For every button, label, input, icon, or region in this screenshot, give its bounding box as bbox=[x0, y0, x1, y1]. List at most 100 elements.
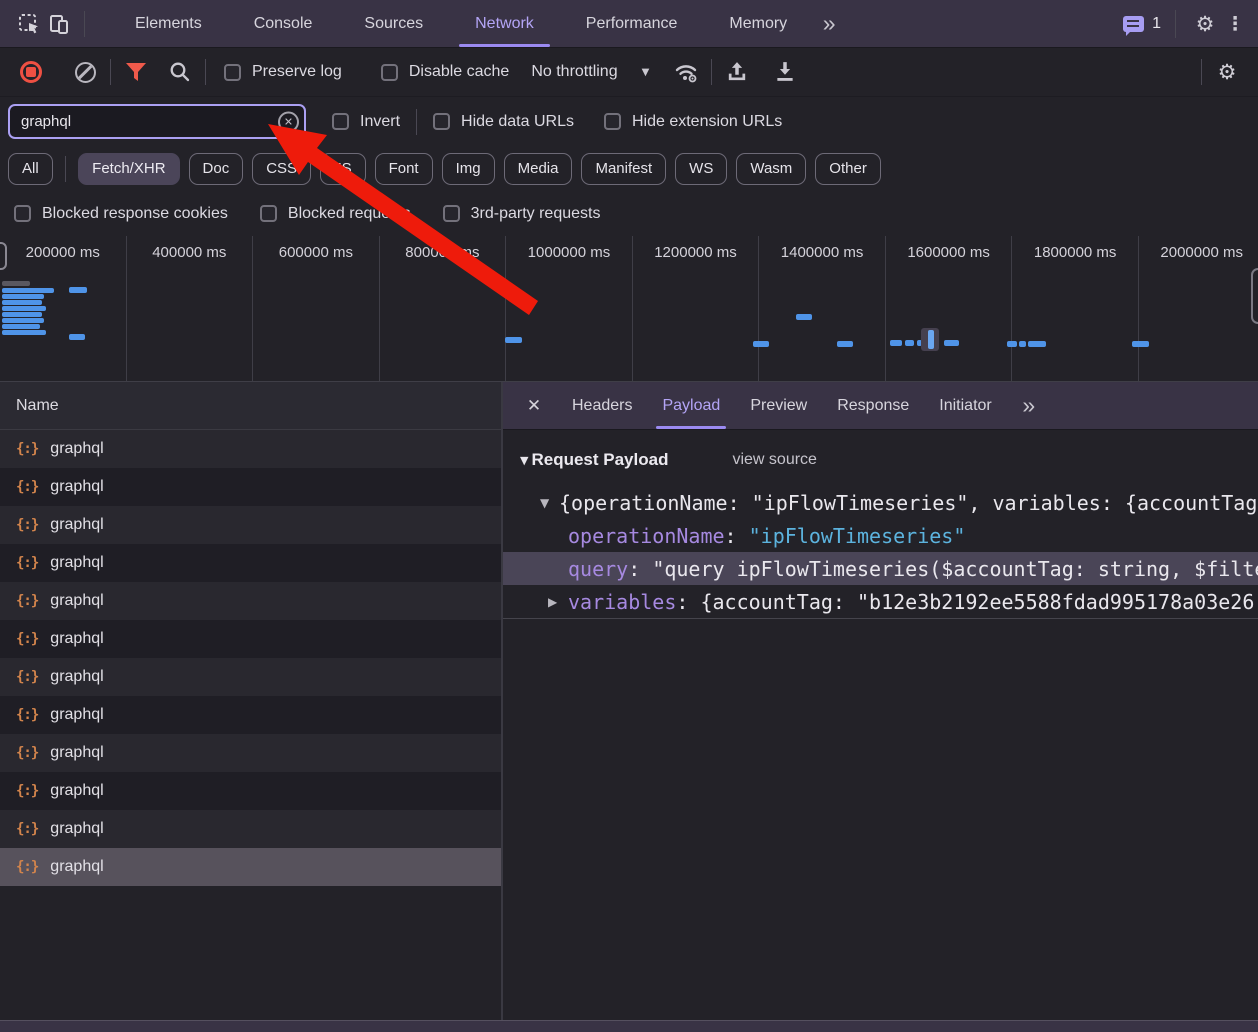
table-row[interactable]: {:}graphql bbox=[0, 810, 501, 848]
tab-payload[interactable]: Payload bbox=[647, 382, 735, 430]
request-bar[interactable] bbox=[1019, 341, 1026, 347]
request-bar[interactable] bbox=[1028, 341, 1046, 347]
table-row[interactable]: {:}graphql bbox=[0, 848, 501, 886]
tab-elements[interactable]: Elements bbox=[109, 0, 228, 48]
pill-ws[interactable]: WS bbox=[675, 153, 727, 185]
filter-funnel-icon[interactable] bbox=[121, 57, 151, 87]
expander-expanded-icon[interactable]: ▼ bbox=[540, 496, 549, 510]
invert-checkbox-item[interactable]: Invert bbox=[332, 113, 400, 131]
request-bar[interactable] bbox=[1007, 341, 1017, 347]
request-bar[interactable] bbox=[837, 341, 853, 347]
checkbox[interactable] bbox=[224, 64, 241, 81]
pill-fetch-xhr[interactable]: Fetch/XHR bbox=[78, 153, 179, 185]
request-bar[interactable] bbox=[2, 306, 46, 311]
filter-checkbox-item[interactable]: 3rd-party requests bbox=[443, 205, 601, 223]
timeline-scrollbar[interactable] bbox=[1251, 268, 1258, 324]
overview-timeline[interactable]: 200000 ms400000 ms600000 ms800000 ms1000… bbox=[0, 236, 1258, 382]
tab-performance[interactable]: Performance bbox=[560, 0, 704, 48]
request-bar[interactable] bbox=[69, 334, 85, 340]
hide-data-urls-checkbox-item[interactable]: Hide data URLs bbox=[433, 113, 574, 131]
pill-doc[interactable]: Doc bbox=[189, 153, 244, 185]
request-bar[interactable] bbox=[2, 294, 44, 299]
checkbox[interactable] bbox=[332, 113, 349, 130]
table-row[interactable]: {:}graphql bbox=[0, 658, 501, 696]
table-row[interactable]: {:}graphql bbox=[0, 620, 501, 658]
payload-line[interactable]: ▶variables: {accountTag: "b12e3b2192ee55… bbox=[503, 585, 1258, 618]
request-bar[interactable] bbox=[753, 341, 769, 347]
pill-manifest[interactable]: Manifest bbox=[581, 153, 666, 185]
request-bar[interactable] bbox=[1132, 341, 1149, 347]
network-conditions-icon[interactable] bbox=[671, 57, 701, 87]
request-bar[interactable] bbox=[2, 330, 46, 335]
timeline-left-grip[interactable] bbox=[0, 242, 7, 270]
device-toolbar-icon[interactable] bbox=[44, 9, 74, 39]
tab-preview[interactable]: Preview bbox=[735, 382, 822, 430]
checkbox[interactable] bbox=[443, 205, 460, 222]
request-payload-section[interactable]: ▼ Request Payload view source bbox=[503, 443, 1258, 477]
table-row[interactable]: {:}graphql bbox=[0, 468, 501, 506]
tab-network[interactable]: Network bbox=[449, 0, 560, 48]
filter-checkbox-item[interactable]: Blocked requests bbox=[260, 205, 411, 223]
table-row[interactable]: {:}graphql bbox=[0, 582, 501, 620]
payload-line[interactable]: operationName: "ipFlowTimeseries" bbox=[503, 519, 1258, 552]
pill-font[interactable]: Font bbox=[375, 153, 433, 185]
network-filter-input[interactable] bbox=[8, 104, 306, 139]
request-bar[interactable] bbox=[890, 340, 902, 346]
settings-gear-icon[interactable]: ⚙ bbox=[1190, 9, 1220, 39]
table-row[interactable]: {:}graphql bbox=[0, 772, 501, 810]
pill-css[interactable]: CSS bbox=[252, 153, 311, 185]
tab-memory[interactable]: Memory bbox=[703, 0, 813, 48]
pill-wasm[interactable]: Wasm bbox=[736, 153, 806, 185]
checkbox[interactable] bbox=[604, 113, 621, 130]
payload-line[interactable]: ▼{operationName: "ipFlowTimeseries", var… bbox=[503, 486, 1258, 519]
import-har-icon[interactable] bbox=[722, 57, 752, 87]
tab-initiator[interactable]: Initiator bbox=[924, 382, 1006, 430]
more-detail-tabs-icon[interactable]: » bbox=[1013, 391, 1043, 421]
clear-filter-icon[interactable]: ✕ bbox=[278, 111, 299, 132]
export-har-icon[interactable] bbox=[770, 57, 800, 87]
request-bar[interactable] bbox=[2, 281, 30, 286]
table-row[interactable]: {:}graphql bbox=[0, 430, 501, 468]
table-row[interactable]: {:}graphql bbox=[0, 696, 501, 734]
checkbox[interactable] bbox=[381, 64, 398, 81]
expander-collapsed-icon[interactable]: ▶ bbox=[548, 595, 557, 609]
checkbox[interactable] bbox=[260, 205, 277, 222]
request-bar[interactable] bbox=[905, 340, 914, 346]
search-icon[interactable] bbox=[165, 57, 195, 87]
view-source-link[interactable]: view source bbox=[732, 451, 816, 469]
table-row[interactable]: {:}graphql bbox=[0, 506, 501, 544]
checkbox[interactable] bbox=[14, 205, 31, 222]
inspect-element-icon[interactable] bbox=[14, 9, 44, 39]
payload-line[interactable]: query: "query ipFlowTimeseries($accountT… bbox=[503, 552, 1258, 585]
tab-sources[interactable]: Sources bbox=[338, 0, 449, 48]
tab-response[interactable]: Response bbox=[822, 382, 924, 430]
menu-kebab-icon[interactable]: ⋮ bbox=[1220, 9, 1250, 39]
record-network-log-icon[interactable] bbox=[16, 57, 46, 87]
table-row[interactable]: {:}graphql bbox=[0, 544, 501, 582]
request-bar[interactable] bbox=[2, 300, 42, 305]
request-bar[interactable] bbox=[2, 288, 54, 293]
request-bar[interactable] bbox=[2, 318, 44, 323]
clear-network-log-icon[interactable] bbox=[70, 57, 100, 87]
pill-all[interactable]: All bbox=[8, 153, 53, 185]
pill-media[interactable]: Media bbox=[504, 153, 573, 185]
request-bar[interactable] bbox=[796, 314, 812, 320]
table-row[interactable]: {:}graphql bbox=[0, 734, 501, 772]
request-bar[interactable] bbox=[944, 340, 959, 346]
issues-counter[interactable]: 1 bbox=[1123, 15, 1161, 33]
request-bar[interactable] bbox=[2, 312, 42, 317]
network-settings-gear-icon[interactable]: ⚙ bbox=[1212, 57, 1242, 87]
disable-cache-checkbox-item[interactable]: Disable cache bbox=[381, 63, 510, 81]
pill-img[interactable]: Img bbox=[442, 153, 495, 185]
tab-headers[interactable]: Headers bbox=[557, 382, 647, 430]
pill-js[interactable]: JS bbox=[320, 153, 366, 185]
throttling-select[interactable]: No throttling ▼ bbox=[531, 63, 649, 81]
close-icon[interactable]: ✕ bbox=[519, 391, 549, 421]
name-column-header[interactable]: Name bbox=[0, 382, 501, 430]
filter-checkbox-item[interactable]: Blocked response cookies bbox=[14, 205, 228, 223]
more-panels-icon[interactable]: » bbox=[813, 9, 843, 39]
request-bar[interactable] bbox=[505, 337, 522, 343]
tab-console[interactable]: Console bbox=[228, 0, 339, 48]
request-bar[interactable] bbox=[2, 324, 40, 329]
checkbox[interactable] bbox=[433, 113, 450, 130]
